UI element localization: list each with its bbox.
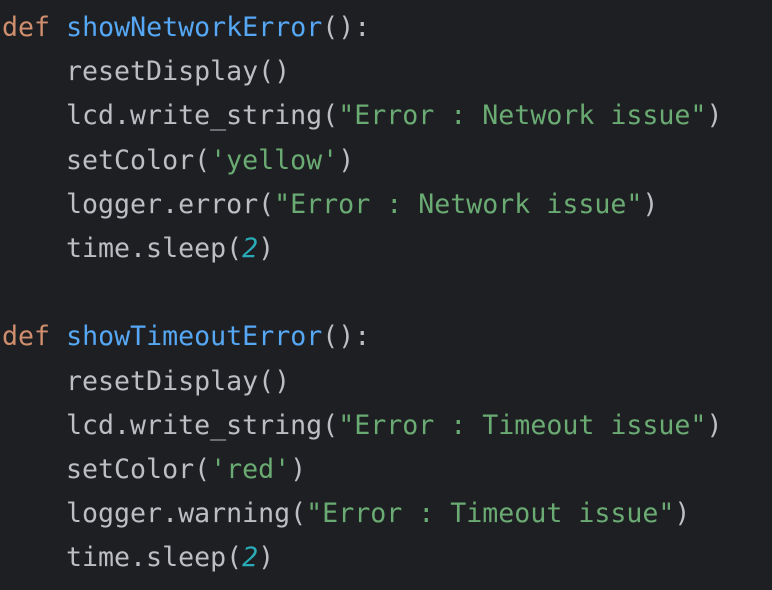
code-text-token: )	[258, 542, 275, 574]
string-literal-token: "Error : Timeout issue"	[338, 409, 707, 441]
code-text-token: )	[674, 498, 691, 530]
code-text-token: setColor(	[66, 144, 211, 176]
code-text-token: lcd.write_string(	[66, 409, 339, 441]
keyword-token: def	[2, 321, 51, 353]
code-text-token: time.sleep(	[66, 542, 243, 574]
keyword-token: def	[2, 12, 51, 43]
code-text-token: time.sleep(	[66, 232, 243, 264]
blank-code-line[interactable]	[0, 271, 772, 315]
code-text-token: )	[642, 188, 659, 220]
string-literal-token: "Error : Network issue"	[338, 100, 707, 132]
code-line[interactable]: setColor('yellow')	[0, 139, 772, 183]
code-text-token: logger.warning(	[66, 498, 307, 530]
code-text-token: setColor(	[66, 453, 211, 485]
code-line[interactable]: resetDisplay()	[0, 50, 772, 94]
number-literal-token: 2	[242, 542, 259, 574]
code-text-token: )	[706, 409, 723, 441]
number-literal-token: 2	[242, 232, 259, 264]
code-line[interactable]: time.sleep(2)	[0, 227, 772, 271]
code-text-token: resetDisplay()	[66, 56, 291, 88]
code-line[interactable]: logger.warning("Error : Timeout issue")	[0, 492, 772, 536]
code-line[interactable]: lcd.write_string("Error : Network issue"…	[0, 94, 772, 138]
string-literal-token: 'yellow'	[210, 144, 339, 176]
code-text-token: logger.error(	[66, 188, 275, 220]
code-line[interactable]: logger.error("Error : Network issue")	[0, 183, 772, 227]
code-editor[interactable]: def showNetworkError(): resetDisplay() lcd…	[0, 0, 772, 590]
code-line[interactable]: setColor('red')	[0, 448, 772, 492]
string-literal-token: 'red'	[210, 453, 291, 485]
code-line[interactable]: def showNetworkError():	[0, 6, 772, 50]
code-text-token: )	[338, 144, 355, 176]
code-line[interactable]: resetDisplay()	[0, 360, 772, 404]
function-name-token: showTimeoutError	[66, 321, 323, 353]
code-line[interactable]: lcd.write_string("Error : Timeout issue"…	[0, 404, 772, 448]
code-text-token: )	[258, 232, 275, 264]
code-text-token: lcd.write_string(	[66, 100, 339, 132]
code-line[interactable]: time.sleep(2)	[0, 536, 772, 580]
code-line[interactable]: def showTimeoutError():	[0, 315, 772, 359]
code-text-token: ():	[322, 321, 371, 353]
code-text-token: resetDisplay()	[66, 365, 291, 397]
code-block[interactable]: def showNetworkError(): resetDisplay() lcd…	[0, 6, 772, 580]
function-name-token: showNetworkError	[66, 12, 323, 43]
code-text-token: )	[706, 100, 723, 132]
string-literal-token: "Error : Network issue"	[274, 188, 643, 220]
code-text-token: ():	[322, 12, 371, 43]
string-literal-token: "Error : Timeout issue"	[306, 498, 675, 530]
code-text-token: )	[290, 453, 307, 485]
